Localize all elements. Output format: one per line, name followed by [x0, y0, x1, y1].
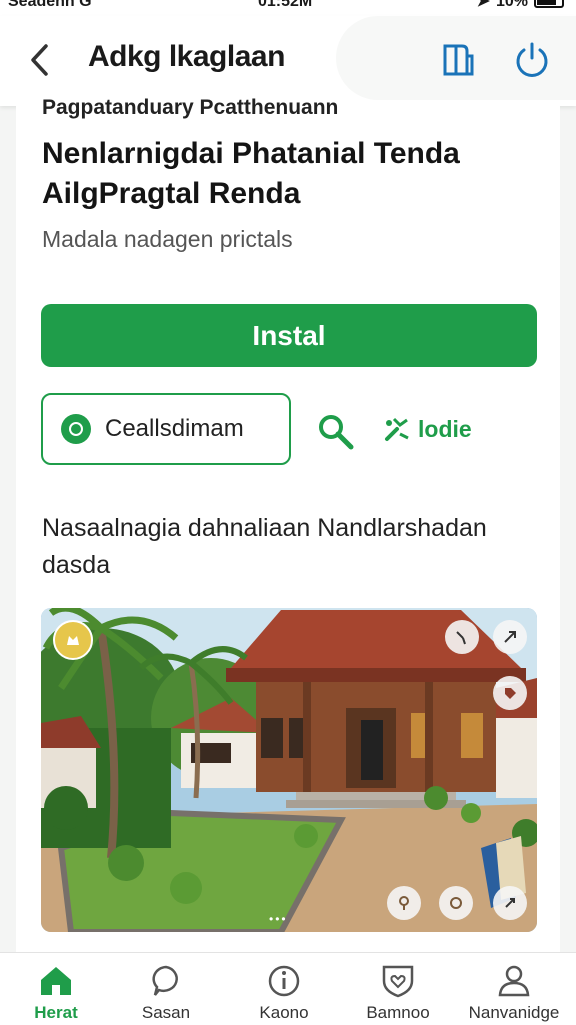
tag-icon[interactable] [493, 676, 527, 710]
install-button[interactable]: Instal [41, 304, 537, 367]
developer-name[interactable]: Madala nadagen prictals [42, 226, 293, 253]
nav-label-favorites: Bamnoo [366, 1003, 430, 1022]
app-name: Nenlarnigdai Phatanial Tenda AilgPragtal… [42, 137, 460, 210]
back-button[interactable] [22, 40, 58, 80]
search-icon [319, 415, 354, 450]
heart-shield-icon [382, 965, 414, 998]
brush-icon[interactable] [445, 620, 479, 654]
chat-icon [152, 965, 178, 996]
camera-chip-button[interactable]: Ceallsdimam [41, 393, 291, 465]
app-category: Pagpatanduary Pcatthenuann [42, 96, 339, 119]
tools-label: lodie [418, 415, 472, 442]
nav-item-favorites[interactable]: Bamnoo [348, 953, 448, 1025]
search-button[interactable] [316, 412, 356, 452]
bottom-navigation: Herat Sasan Kaono Bamnoo Nanvanidge [0, 952, 576, 1025]
book-icon [443, 44, 474, 76]
screenshot-image [41, 608, 537, 932]
tools-link[interactable]: lodie [382, 414, 472, 444]
pin-icon[interactable] [387, 886, 421, 920]
page-title: Adkg lkaglaan [88, 40, 285, 73]
power-icon [516, 42, 548, 77]
battery-text: 10% [495, 0, 528, 10]
screenshot-pager: ••• [269, 912, 288, 926]
nav-label-chat: Sasan [141, 1003, 191, 1022]
nav-label-profile: Nanvanidge [468, 1003, 560, 1022]
status-bar: Seadenn G 01:52M ➤ 10% [0, 0, 576, 16]
featured-badge-icon [53, 620, 93, 660]
chevron-left-icon [31, 44, 48, 76]
nav-item-home[interactable]: Herat [6, 953, 106, 1025]
top-app-bar: Adkg lkaglaan [0, 16, 576, 106]
share-icon[interactable] [493, 886, 527, 920]
book-button[interactable] [440, 42, 476, 78]
nav-label-info: Kaono [259, 1003, 309, 1022]
carrier-text: Seadenn G [8, 0, 92, 10]
expand-icon[interactable] [493, 620, 527, 654]
camera-icon [61, 414, 91, 444]
nav-item-info[interactable]: Kaono [234, 953, 334, 1025]
tools-icon [385, 417, 409, 441]
home-icon [41, 967, 71, 995]
clock-text: 01:52M [258, 0, 313, 10]
status-right: ➤ 10% [476, 0, 564, 10]
app-screenshot[interactable]: ••• [41, 608, 537, 932]
settings-icon[interactable] [439, 886, 473, 920]
chip-label: Ceallsdimam [105, 415, 244, 442]
location-icon: ➤ [476, 0, 490, 10]
app-description: Nasaalnagia dahnaliaan Nandlarshadan das… [42, 514, 487, 579]
info-icon [268, 965, 300, 997]
nav-item-profile[interactable]: Nanvanidge [464, 953, 564, 1025]
nav-item-chat[interactable]: Sasan [116, 953, 216, 1025]
nav-label-home: Herat [34, 1003, 78, 1022]
battery-icon [534, 0, 564, 8]
power-button[interactable] [512, 40, 552, 80]
user-icon [498, 965, 530, 997]
